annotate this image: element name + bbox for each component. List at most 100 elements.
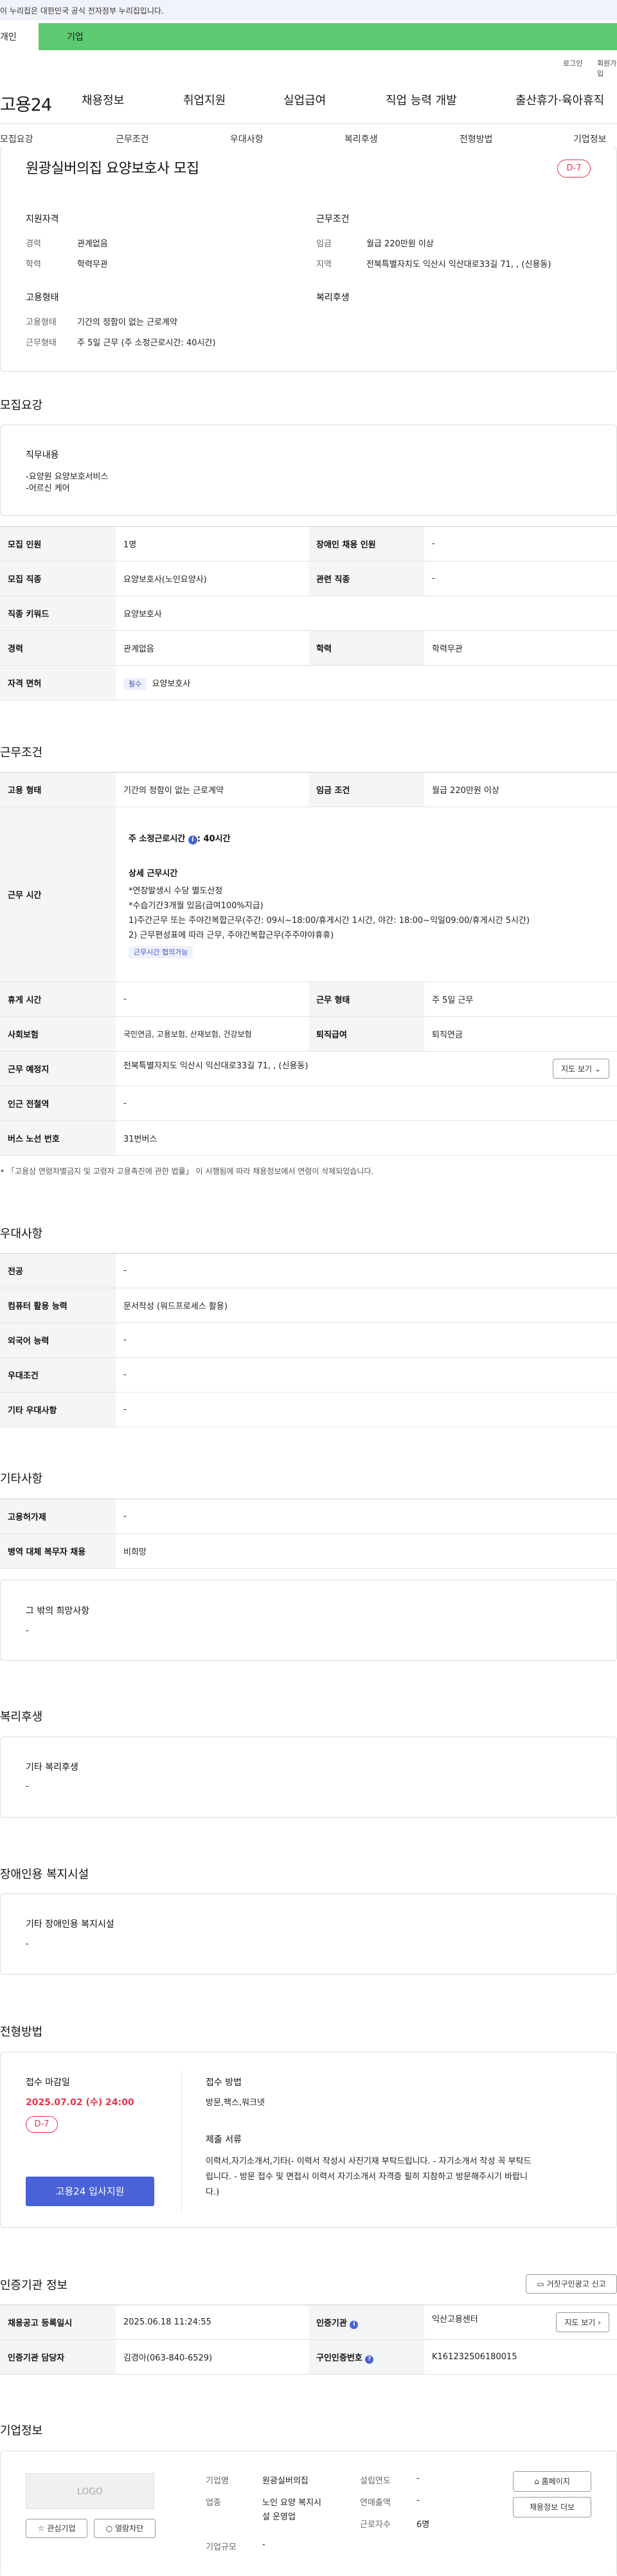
- cell-label: 관련 직종: [308, 561, 424, 596]
- table-row: 사회보험 국민연금, 고용보험, 산재보험, 건강보험 퇴직급여 퇴직연금: [0, 1016, 617, 1052]
- homepage-button[interactable]: ⌂ 홈페이지: [513, 2471, 591, 2492]
- welfare-box-title: 기타 복리후생: [26, 1762, 78, 1773]
- apply-button[interactable]: 고용24 입사지원: [26, 2177, 154, 2206]
- recruit-table: 모집 인원 1명 장애인 채용 인원 - 모집 직종 요양보호사(노인요양사) …: [0, 526, 617, 700]
- cell-value: 퇴직연금: [424, 1016, 617, 1052]
- others-box-title: 그 밖의 희망사항: [26, 1606, 90, 1616]
- label-employees: 근로자수: [360, 2520, 391, 2530]
- cell-value: 필수 요양보호사: [116, 665, 617, 700]
- label-career: 경력: [26, 239, 41, 249]
- cell-label: 구인인증번호 ?: [308, 2339, 424, 2375]
- cell-value: 주 5일 근무: [424, 982, 617, 1017]
- label-company-size: 기업규모: [206, 2543, 237, 2552]
- dday-badge: D-7: [26, 2116, 58, 2133]
- snb-conditions[interactable]: 근무조건: [116, 132, 149, 145]
- signup-link[interactable]: 회원가입: [597, 58, 617, 78]
- site-logo[interactable]: 고용24: [0, 91, 52, 116]
- label-work-type: 근무형태: [26, 338, 57, 348]
- table-row: 근무 시간 주 소정근로시간 i: 40시간 상세 근무시간 *연장발생시 수당…: [0, 807, 617, 982]
- company-logo-placeholder: LOGO: [26, 2473, 154, 2509]
- value-company-size: -: [262, 2540, 265, 2550]
- cell-label: 고용허가제: [0, 1499, 116, 1534]
- cell-label: 인증기관 담당자: [0, 2339, 116, 2375]
- hours-line: *수습기간3개월 있음(급여100%지급): [129, 901, 264, 911]
- tab-individual[interactable]: 개인: [0, 23, 39, 50]
- report-fake-ad-button[interactable]: ▭ 거짓구인광고 신고: [526, 2274, 617, 2294]
- cell-label: 근무 시간: [0, 807, 116, 982]
- info-icon[interactable]: i: [350, 2320, 359, 2329]
- value-company-name: 원광실버의집: [262, 2476, 308, 2486]
- gnb-item-training[interactable]: 직업 능력 개발: [386, 91, 457, 108]
- gnb-item-jobs[interactable]: 채용정보: [82, 91, 124, 108]
- label-founded: 설립연도: [360, 2476, 391, 2486]
- block-view-button[interactable]: ○ 열람차단: [94, 2519, 156, 2538]
- hours-line: 1)주간근무 또는 주야간복합근무(주간: 09시~18:00/휴게시간 1시간…: [129, 916, 530, 926]
- cell-value: -: [116, 1392, 617, 1427]
- more-jobs-button[interactable]: 채용정보 더보: [513, 2497, 591, 2517]
- hours-detail-cell: 주 소정근로시간 i: 40시간 상세 근무시간 *연장발생시 수당 별도산정 …: [116, 807, 617, 982]
- info-icon[interactable]: i: [188, 836, 197, 845]
- value-industry: 설 운영업: [262, 2512, 296, 2522]
- gnb-item-support[interactable]: 취업지원: [183, 91, 226, 108]
- divider: [181, 2070, 182, 2211]
- conditions-heading: 근무조건: [316, 214, 350, 224]
- snb-preference[interactable]: 우대사항: [230, 132, 264, 145]
- cell-label: 휴게 시간: [0, 982, 116, 1017]
- table-row: 병역 대체 복무자 채용 비희망: [0, 1533, 617, 1569]
- divider: [0, 123, 617, 124]
- cell-value: -: [116, 982, 308, 1017]
- disabled-box: [0, 1894, 617, 1975]
- document-icon: ▭: [537, 2279, 544, 2288]
- cell-label: 기타 우대사항: [0, 1392, 116, 1427]
- duty-line: -어르신 케어: [26, 484, 70, 493]
- table-row: 인증기관 담당자 김경아(063-840-6529) 구인인증번호 ? K161…: [0, 2339, 617, 2375]
- block-icon: ○: [105, 2524, 113, 2533]
- cell-label: 버스 노선 번호: [0, 1120, 116, 1156]
- table-row: 우대조건 -: [0, 1357, 617, 1393]
- home-icon: ⌂: [534, 2477, 539, 2486]
- label-employment-type: 고용형태: [26, 318, 57, 327]
- cell-value: 학력무관: [424, 630, 617, 666]
- cell-value: 기간의 정함이 없는 근로계약: [116, 772, 308, 807]
- star-icon: ☆: [37, 2524, 45, 2533]
- table-row: 직종 키워드 요양보호사: [0, 596, 617, 631]
- cell-value: 익산고용센터 지도 보기 ›: [424, 2305, 617, 2340]
- agency-map-button[interactable]: 지도 보기 ›: [556, 2312, 609, 2332]
- disabled-box-title: 기타 장애인용 복지시설: [26, 1919, 114, 1930]
- table-row: 전공 -: [0, 1253, 617, 1288]
- disabled-box-value: -: [26, 1939, 29, 1949]
- preference-table: 전공 - 컴퓨터 활용 능력 문서작성 (워드프로세스 활용) 외국어 능력 - 우대…: [0, 1253, 617, 1427]
- snb-welfare[interactable]: 복리후생: [344, 132, 378, 145]
- section-title-others: 기타사항: [0, 1472, 43, 1486]
- cell-label: 외국어 능력: [0, 1322, 116, 1358]
- cell-label: 근무 예정지: [0, 1051, 116, 1086]
- favorite-company-button[interactable]: ☆ 관심기업: [26, 2519, 87, 2538]
- info-icon[interactable]: ?: [365, 2355, 374, 2364]
- label-education: 학력: [26, 260, 41, 269]
- table-row: 버스 노선 번호 31번버스: [0, 1120, 617, 1156]
- hours-line: 2) 근무편성표에 따라 근무, 주야간복합근무(주주야야휴휴): [129, 931, 334, 940]
- deadline-value: 2025.07.02 (수) 24:00: [26, 2097, 134, 2108]
- gnb-item-unemployment[interactable]: 실업급여: [283, 91, 326, 108]
- snb-recruit[interactable]: 모집요강: [0, 132, 33, 145]
- cell-label: 병역 대체 복무자 채용: [0, 1533, 116, 1569]
- map-view-button[interactable]: 지도 보기 ⌄: [553, 1059, 609, 1079]
- cell-label: 모집 인원: [0, 526, 116, 562]
- table-row: 모집 직종 요양보호사(노인요양사) 관련 직종 -: [0, 561, 617, 596]
- cell-label: 컴퓨터 활용 능력: [0, 1288, 116, 1323]
- tab-company[interactable]: 기업: [67, 30, 84, 43]
- cell-label: 경력: [0, 630, 116, 666]
- login-link[interactable]: 로그인: [563, 58, 582, 68]
- hours-main-label: 주 소정근로시간: [129, 834, 186, 844]
- cell-label: 임금 조건: [308, 772, 424, 807]
- value-work-type: 주 5일 근무 (주 소정근로시간: 40시간): [77, 338, 216, 348]
- table-row: 고용 형태 기간의 정함이 없는 근로계약 임금 조건 월급 220만원 이상: [0, 772, 617, 807]
- snb-selection[interactable]: 전형방법: [460, 132, 493, 145]
- section-title-recruit: 모집요강: [0, 399, 43, 412]
- gnb-item-leave[interactable]: 출산휴가·육아휴직: [515, 91, 604, 108]
- others-table: 고용허가제 - 병역 대체 복무자 채용 비희망: [0, 1499, 617, 1569]
- cell-label: 근무 형태: [308, 982, 424, 1017]
- snb-company[interactable]: 기업정보: [573, 132, 607, 145]
- employment-heading: 고용형태: [26, 293, 59, 303]
- chevron-right-icon: ›: [598, 2318, 601, 2327]
